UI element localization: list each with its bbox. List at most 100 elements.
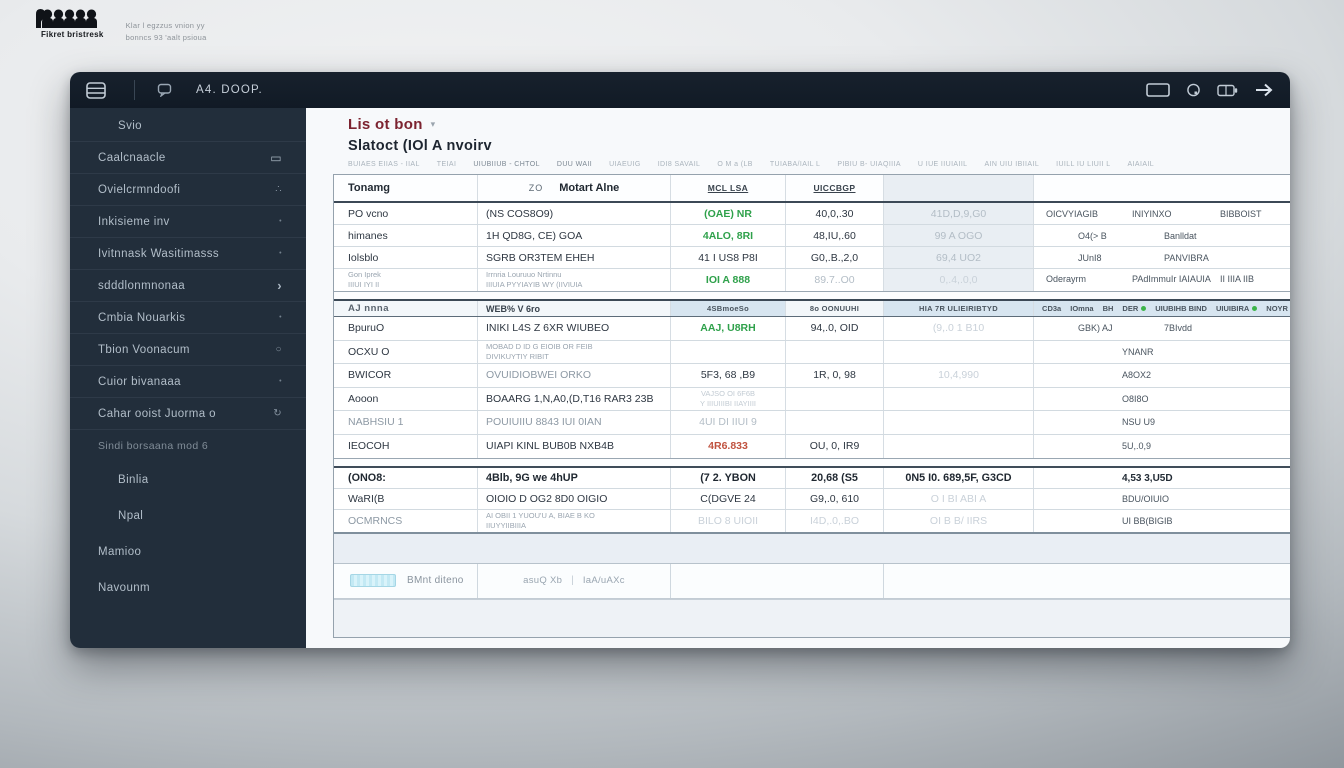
table-row[interactable]: AooonBOAARG 1,N,A0,(D,T16 RAR3 23BVAJSO …: [334, 388, 1290, 412]
sidebar-item[interactable]: Binlia: [70, 462, 306, 498]
sidebar-item[interactable]: Npal: [70, 498, 306, 534]
chat-icon[interactable]: [157, 83, 172, 97]
column-header-5: [884, 175, 1034, 201]
row-cell-1: OCMRNCS: [334, 510, 478, 532]
row-cell-4: [786, 388, 884, 411]
row-cell-6: BDU/OIUIO: [1034, 489, 1290, 509]
row-cell-3: VAJSO OI 6F6BY IIIUIIIBI IIAYIIII: [671, 388, 786, 411]
display-icon[interactable]: [1146, 83, 1170, 97]
page-subtitle: Slatoct (IOl A nvoirv: [348, 138, 1290, 154]
company-name: Fikret bristresk: [41, 30, 104, 39]
sidebar-item-label: Sindi borsaana mod 6: [98, 440, 208, 452]
filter-item[interactable]: IDI8 SAVAIL: [658, 161, 701, 168]
table-row[interactable]: WaRI(BOIOIO D OG2 8D0 OIGIOC(DGVE 24G9,.…: [334, 489, 1290, 510]
table-row[interactable]: himanes1H QD8G, CE) GOA4ALO, 8RI48,IU,.6…: [334, 225, 1290, 247]
subheader-3[interactable]: 4SBmoeSo: [671, 301, 786, 316]
row-cell-6: NSU U9: [1034, 411, 1290, 434]
row-cell-5: 69,4 UO2: [884, 247, 1034, 268]
row-cell-4: G9,.0, 610: [786, 489, 884, 509]
filter-item[interactable]: AIN UIU IBIIAIL: [984, 161, 1039, 168]
row-cell-4: G0,.B.,2,0: [786, 247, 884, 268]
sidebar-item[interactable]: sdddlonmnonaa›: [70, 270, 306, 302]
selected-chip[interactable]: [350, 574, 396, 587]
sidebar-item[interactable]: Ovielcrmndoofi∴: [70, 174, 306, 206]
row-cell-3: 4ALO, 8RI: [671, 225, 786, 246]
filter-item[interactable]: PIBIU B- UIAQIIIA: [837, 161, 901, 168]
filter-item[interactable]: UIUBIIUB - CHTOL: [473, 161, 540, 168]
filter-item[interactable]: AIAIAIL: [1128, 161, 1155, 168]
dot-icon: •: [279, 218, 282, 225]
table-row[interactable]: IolsbloSGRB OR3TEM EHEH41 I US8 P8IG0,.B…: [334, 247, 1290, 269]
table-row[interactable]: OCXU OMOBAD D ID G EIOIB OR FEIBDIVIKUYT…: [334, 341, 1290, 365]
sidebar-item[interactable]: Navounm: [70, 570, 306, 606]
row-cell-5: OI B B/ IIRS: [884, 510, 1034, 532]
column-header-3-label[interactable]: MCL LSA: [708, 183, 748, 193]
sidebar-item[interactable]: Cahar ooist Juorma o↻: [70, 398, 306, 430]
brand-header: Fikret bristresk Klar l egzzus vnion yy …: [35, 8, 207, 44]
row-cell-6-item: NSU U9: [1122, 417, 1208, 427]
table-row[interactable]: (ONO8:4Blb, 9G we 4hUP(7 2. YBON20,68 (S…: [334, 468, 1290, 489]
filter-item[interactable]: U IUE IIUIAIIL: [918, 161, 968, 168]
row-cell-2: INIKI L4S Z 6XR WIUBEO: [478, 317, 671, 340]
row-cell-6-item: GBK) AJ: [1078, 323, 1164, 333]
sidebar-item[interactable]: Mamioo: [70, 534, 306, 570]
title-dropdown-caret[interactable]: ▾: [431, 119, 436, 130]
row-cell-1: (ONO8:: [334, 468, 478, 488]
row-cell-1: Iolsblo: [334, 247, 478, 268]
sidebar-item-label: Cmbia Nouarkis: [98, 312, 185, 324]
filter-item[interactable]: DUU WAII: [557, 161, 592, 168]
section-gap: [334, 458, 1290, 466]
filter-item[interactable]: TUIABA/IAIL L: [770, 161, 820, 168]
table-gap-band: [334, 532, 1290, 563]
table-row[interactable]: NABHSIU 1POUIUIIU 8843 IUI 0IAN4UI DI II…: [334, 411, 1290, 435]
table-row[interactable]: BpuruOINIKI L4S Z 6XR WIUBEOAAJ, U8RH94,…: [334, 317, 1290, 341]
subheader-6-label: BH: [1103, 304, 1114, 313]
sidebar-item-label: Svio: [118, 120, 142, 132]
table-row[interactable]: PO vcno(NS COS8O9)(OAE) NR40,0,.3041D,D,…: [334, 203, 1290, 225]
row-cell-6-item: BDU/OIUIO: [1122, 494, 1208, 504]
subheader-6-label: NOYR: [1266, 304, 1288, 313]
menu-icon[interactable]: [86, 82, 106, 99]
table-row[interactable]: OCMRNCSAI OBII 1 YUOU'U A, BIAE B KOIIUY…: [334, 510, 1290, 532]
row-cell-6-item: Oderayrm: [1046, 274, 1132, 286]
sidebar-item[interactable]: Svio: [70, 110, 306, 142]
row-cell-2: 1H QD8G, CE) GOA: [478, 225, 671, 246]
sparkle-icon: ∴: [275, 185, 282, 195]
row-cell-5: 41D,D,9,G0: [884, 203, 1034, 224]
filter-item[interactable]: O M a (LB: [717, 161, 753, 168]
sidebar-item[interactable]: Cuior bivanaaa•: [70, 366, 306, 398]
sidebar-item-label: Mamioo: [98, 546, 141, 558]
table-row[interactable]: Gon IprekIIIUI IYI IIIrrnria Louruuo Nrt…: [334, 269, 1290, 291]
battery-icon[interactable]: [1217, 84, 1238, 97]
row-cell-3: C(DGVE 24: [671, 489, 786, 509]
sidebar-nav: SvioCaalcnaacle▭Ovielcrmndoofi∴Inkisieme…: [70, 110, 306, 606]
table-row[interactable]: IEOCOHUIAPI KINL BUB0B NXB4B4R6.833OU, 0…: [334, 435, 1290, 459]
column-header-4: UICCBGP: [786, 175, 884, 201]
sidebar-item[interactable]: Caalcnaacle▭: [70, 142, 306, 174]
column-header-4-label[interactable]: UICCBGP: [814, 183, 856, 193]
row-cell-6-item: BIBBOIST: [1220, 209, 1284, 219]
row-cell-4: [786, 341, 884, 364]
sidebar-item[interactable]: Sindi borsaana mod 6: [70, 430, 306, 462]
sidebar-item[interactable]: Tbion Voonacum○: [70, 334, 306, 366]
sidebar-item[interactable]: Ivitnnask Wasitimasss•: [70, 238, 306, 270]
filter-item[interactable]: IUILL IU LIUII L: [1056, 161, 1110, 168]
record-icon[interactable]: [1186, 83, 1201, 97]
row-cell-6: GBK) AJ7BIvdd: [1034, 317, 1290, 340]
table-row[interactable]: BWICOROVUIDIOBWEI ORKO5F3, 68 ,B91R, 0, …: [334, 364, 1290, 388]
sidebar-item[interactable]: Cmbia Nouarkis•: [70, 302, 306, 334]
row-cell-1: NABHSIU 1: [334, 411, 478, 434]
main-content: Lis ot bon ▾ Slatoct (IOl A nvoirv BUIAE…: [306, 108, 1290, 648]
filter-item[interactable]: UIAEUIG: [609, 161, 641, 168]
sidebar-item-label: Inkisieme inv: [98, 216, 170, 228]
column-header-name: Tonamg: [334, 175, 478, 201]
filter-item[interactable]: BUIAES EIIAS - IIAL: [348, 161, 420, 168]
footer-text-left: asuQ Xb: [523, 575, 562, 586]
row-cell-6-item: A8OX2: [1122, 370, 1208, 380]
arrow-right-icon[interactable]: [1254, 83, 1274, 97]
sidebar-item[interactable]: Inkisieme inv •: [70, 206, 306, 238]
sidebar-item-label: Binlia: [118, 474, 149, 486]
filter-item[interactable]: TEIAI: [437, 161, 457, 168]
people-logo-icon: [35, 8, 101, 29]
app-window: A4. DOOP. SvioCaalcnaacle▭Ovielcrmndoofi…: [70, 72, 1290, 648]
